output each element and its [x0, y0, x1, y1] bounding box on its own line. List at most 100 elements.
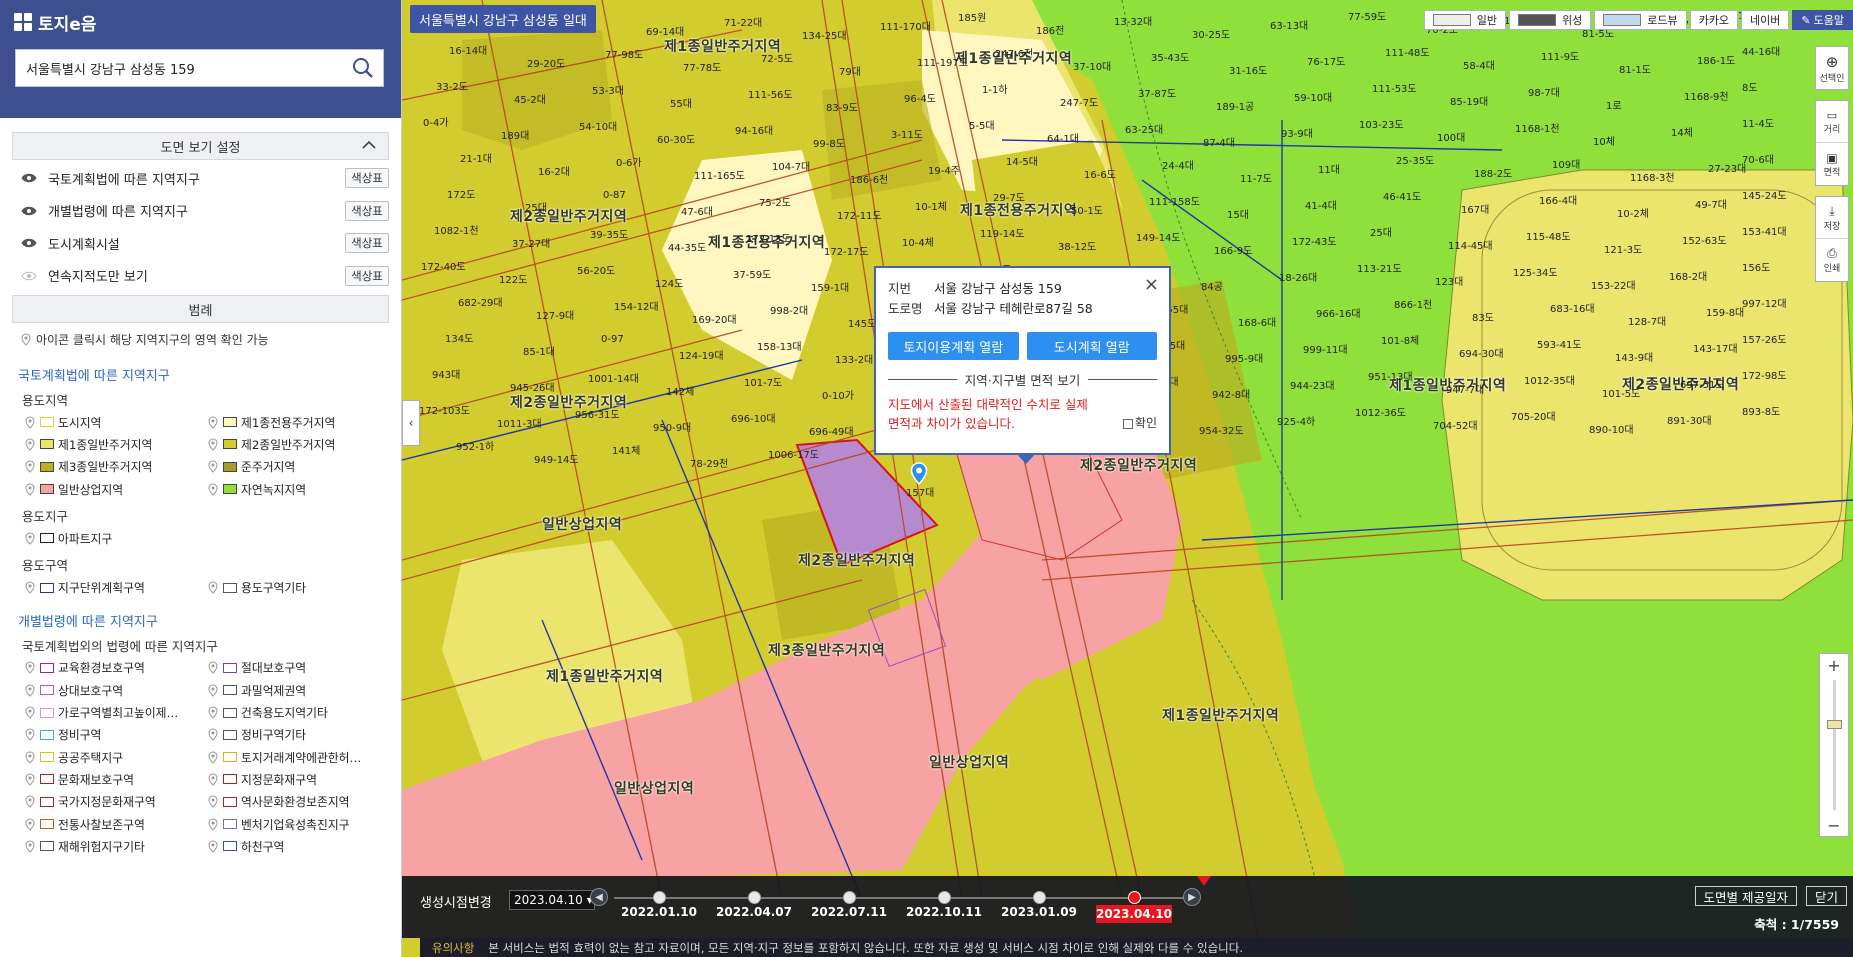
pin-icon[interactable]	[207, 795, 219, 809]
legend-item[interactable]: 전통사찰보존구역	[24, 813, 207, 835]
urban-plan-button[interactable]: 도시계획 열람	[1026, 332, 1157, 360]
legend-item[interactable]: 정비구역	[24, 724, 207, 746]
map-type-satellite[interactable]: 위성	[1509, 10, 1592, 30]
legend-item[interactable]: 제2종일반주거지역	[207, 433, 390, 455]
eye-icon[interactable]	[20, 269, 38, 283]
color-table-button[interactable]: 색상표	[345, 168, 389, 188]
legend-item[interactable]: 용도구역기타	[207, 576, 390, 598]
timeline-date-label[interactable]: 2022.10.11	[904, 905, 984, 919]
zoom-out-button[interactable]: −	[1820, 814, 1848, 836]
zoom-track[interactable]	[1833, 680, 1836, 810]
pin-icon[interactable]	[207, 482, 219, 496]
pin-icon[interactable]	[207, 437, 219, 451]
address-search-input[interactable]	[26, 60, 343, 76]
pin-icon[interactable]	[24, 772, 36, 786]
legend-item[interactable]: 자연녹지지역	[207, 478, 390, 500]
legend-item[interactable]: 지정문화재구역	[207, 768, 390, 790]
timeline-date-label[interactable]: 2022.01.10	[619, 905, 699, 919]
pin-icon[interactable]	[24, 706, 36, 720]
pin-icon[interactable]	[207, 415, 219, 429]
legend-item[interactable]: 제1종일반주거지역	[24, 433, 207, 455]
pin-icon[interactable]	[24, 817, 36, 831]
pin-icon[interactable]	[24, 437, 36, 451]
map-type-roadview[interactable]: 로드뷰	[1594, 10, 1687, 30]
legend-item[interactable]: 토지거래계약에관한허…	[207, 746, 390, 768]
select-tool-button[interactable]: ⊕ 선택인	[1816, 47, 1848, 89]
legend-item[interactable]: 가로구역별최고높이제…	[24, 701, 207, 723]
legend-item[interactable]: 절대보호구역	[207, 657, 390, 679]
timeline-point[interactable]	[653, 891, 666, 904]
color-table-button[interactable]: 색상표	[345, 233, 389, 253]
eye-icon[interactable]	[20, 171, 38, 185]
timeline-date-label[interactable]: 2023.01.09	[999, 905, 1079, 919]
help-button[interactable]: ✎ 도움말	[1792, 10, 1853, 30]
legend-item[interactable]: 도시지역	[24, 411, 207, 433]
timeline-point[interactable]	[843, 891, 856, 904]
color-table-button[interactable]: 색상표	[345, 265, 389, 286]
legend-item[interactable]: 교육환경보호구역	[24, 657, 207, 679]
legend-item[interactable]: 국가지정문화재구역	[24, 791, 207, 813]
zoom-in-button[interactable]: +	[1820, 654, 1848, 676]
map-type-general[interactable]: 일반	[1423, 10, 1507, 30]
timeline-prev-button[interactable]: ◀	[590, 888, 608, 906]
legend-item[interactable]: 상대보호구역	[24, 679, 207, 701]
land-use-plan-button[interactable]: 토지이용계획 열람	[888, 332, 1019, 360]
legend-item[interactable]: 과밀억제권역	[207, 679, 390, 701]
legend-item[interactable]: 아파트지구	[24, 527, 207, 549]
legend-item[interactable]: 정비구역기타	[207, 724, 390, 746]
pin-icon[interactable]	[24, 415, 36, 429]
timeline-point[interactable]	[1033, 891, 1046, 904]
legend-item[interactable]: 재해위험지구기타	[24, 835, 207, 857]
pin-icon[interactable]	[24, 581, 36, 595]
legend-item[interactable]: 건축용도지역기타	[207, 701, 390, 723]
eye-icon[interactable]	[20, 236, 38, 250]
pin-icon[interactable]	[207, 460, 219, 474]
pin-icon[interactable]	[24, 683, 36, 697]
legend-item[interactable]: 공공주택지구	[24, 746, 207, 768]
popup-close-button[interactable]: ×	[1144, 274, 1159, 295]
view-setting-row[interactable]: 국토계획법에 따른 지역지구 색상표	[12, 162, 389, 195]
legend-item[interactable]: 제1종전용주거지역	[207, 411, 390, 433]
pin-icon[interactable]	[207, 706, 219, 720]
popup-confirm-checkbox[interactable]: 확인	[1122, 414, 1157, 433]
pin-icon[interactable]	[24, 750, 36, 764]
search-button[interactable]	[343, 50, 383, 86]
timeline-point[interactable]	[938, 891, 951, 904]
timeline-close-button[interactable]: 닫기	[1805, 886, 1847, 906]
map-canvas[interactable]: 제1종일반주거지역 제1종일반주거지역 제2종일반주거지역 제2종일반주거지역 제1종전…	[402, 0, 1853, 957]
pin-icon[interactable]	[207, 817, 219, 831]
pin-icon[interactable]	[207, 683, 219, 697]
pin-icon[interactable]	[207, 750, 219, 764]
legend-item[interactable]: 제3종일반주거지역	[24, 456, 207, 478]
legend-item[interactable]: 지구단위계획구역	[24, 576, 207, 598]
view-setting-row[interactable]: 개별법령에 따른 지역지구 색상표	[12, 195, 389, 228]
pin-icon[interactable]	[24, 531, 36, 545]
location-marker[interactable]: 157대	[906, 462, 934, 499]
view-setting-row[interactable]: 도시계획시설 색상표	[12, 227, 389, 260]
view-setting-row[interactable]: 연속지적도만 보기 색상표	[12, 260, 389, 293]
view-settings-header[interactable]: 도면 보기 설정	[12, 132, 389, 160]
pin-icon[interactable]	[207, 839, 219, 853]
timeline-date-label[interactable]: 2022.07.11	[809, 905, 889, 919]
app-logo[interactable]: 토지e음	[14, 10, 387, 35]
timeline-date-select[interactable]: 2023.04.10▾	[509, 890, 595, 910]
print-tool-button[interactable]: ⎙ 인쇄	[1816, 239, 1848, 281]
distance-tool-button[interactable]: ▭ 거리	[1816, 101, 1848, 143]
pin-icon[interactable]	[207, 661, 219, 675]
map-type-naver[interactable]: 네이버	[1741, 10, 1790, 30]
eye-icon[interactable]	[20, 204, 38, 218]
legend-item[interactable]: 하천구역	[207, 835, 390, 857]
pin-icon[interactable]	[24, 839, 36, 853]
timeline-point[interactable]	[1128, 891, 1141, 904]
area-tool-button[interactable]: ▣ 면적	[1816, 143, 1848, 185]
provide-date-button[interactable]: 도면별 제공일자	[1694, 886, 1797, 906]
legend-item[interactable]: 일반상업지역	[24, 478, 207, 500]
pin-icon[interactable]	[207, 728, 219, 742]
pin-icon[interactable]	[24, 460, 36, 474]
pin-icon[interactable]	[24, 661, 36, 675]
legend-item[interactable]: 역사문화환경보존지역	[207, 791, 390, 813]
legend-item[interactable]: 준주거지역	[207, 456, 390, 478]
legend-item[interactable]: 문화재보호구역	[24, 768, 207, 790]
pin-icon[interactable]	[207, 581, 219, 595]
zoom-slider-handle[interactable]	[1827, 720, 1842, 729]
